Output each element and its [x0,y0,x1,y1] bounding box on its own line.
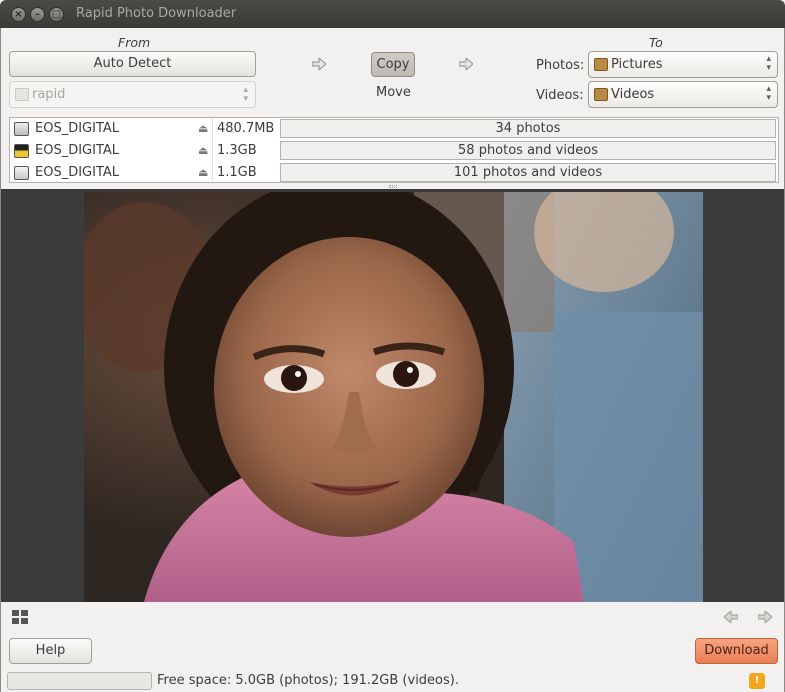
photos-label: Photos: [536,58,585,73]
arrow-right-icon [459,58,473,70]
device-progress-bar: 58 photos and videos [280,141,776,160]
help-button[interactable]: Help [9,638,92,664]
device-size: 1.3GB [217,143,257,158]
main-window: From Auto Detect rapid ▴ ▾ Copy Move To P… [0,28,785,692]
copy-toggle-button[interactable]: Copy [371,52,415,77]
source-folder-value: rapid [32,87,66,102]
device-progress-bar: 101 photos and videos [280,163,776,182]
device-name: EOS_DIGITAL [35,165,120,180]
download-button[interactable]: Download [695,638,778,664]
device-name: EOS_DIGITAL [35,143,120,158]
eject-icon[interactable]: ⏏ [198,166,208,179]
photo-preview-image[interactable] [84,192,703,602]
move-toggle-button[interactable]: Move [376,85,411,100]
eject-icon[interactable]: ⏏ [198,122,208,135]
folder-icon [594,58,608,71]
to-heading: To [649,35,663,50]
previous-photo-icon[interactable] [724,611,738,623]
chevron-updown-icon: ▴ ▾ [243,85,248,104]
from-heading: From [118,35,151,50]
eject-icon[interactable]: ⏏ [198,144,208,157]
device-list: EOS_DIGITAL ⏏ 480.7MB 34 photos EOS_DIGI… [9,117,779,184]
photos-destination-value: Pictures [611,57,663,72]
device-size: 480.7MB [217,121,275,136]
thumbnail-grid-icon[interactable] [12,610,28,624]
window-title: Rapid Photo Downloader [76,6,237,21]
chevron-updown-icon: ▴ ▾ [766,84,771,103]
videos-destination-value: Videos [611,87,655,102]
device-size: 1.1GB [217,165,257,180]
download-progress-bar [7,672,152,690]
folder-icon [15,88,29,101]
videos-label: Videos: [536,88,584,103]
hard-drive-icon [14,122,29,136]
next-photo-icon[interactable] [758,611,772,623]
pane-resize-handle[interactable] [389,185,397,188]
folder-icon [594,88,608,101]
notification-icon[interactable]: ! [749,673,765,689]
photos-destination-combo[interactable]: Pictures ▴ ▾ [588,51,778,78]
memory-card-icon [14,144,29,158]
status-bar: Free space: 5.0GB (photos); 191.2GB (vid… [1,670,784,692]
videos-destination-combo[interactable]: Videos ▴ ▾ [588,81,778,108]
photo-preview-area [1,189,784,602]
close-window-button[interactable]: × [11,7,26,22]
auto-detect-button[interactable]: Auto Detect [9,51,256,77]
maximize-window-button[interactable]: □ [49,7,64,22]
free-space-text: Free space: 5.0GB (photos); 191.2GB (vid… [157,673,459,688]
source-folder-combo[interactable]: rapid ▴ ▾ [9,81,256,108]
minimize-window-button[interactable]: – [30,7,45,22]
arrow-right-icon [312,58,326,70]
usb-drive-icon [14,166,29,180]
device-name: EOS_DIGITAL [35,121,120,136]
title-bar: × – □ Rapid Photo Downloader [0,0,785,28]
device-progress-bar: 34 photos [280,119,776,138]
chevron-updown-icon: ▴ ▾ [766,54,771,73]
